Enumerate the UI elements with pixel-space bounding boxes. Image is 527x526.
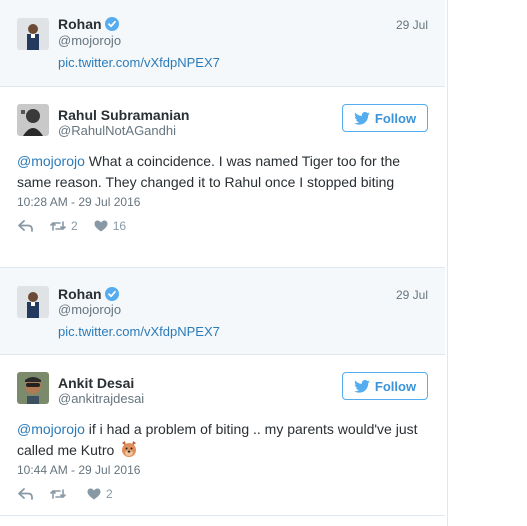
follow-label: Follow: [374, 378, 417, 394]
tweet-actions: 2 16: [18, 219, 142, 233]
author-name-text[interactable]: Rohan: [58, 286, 102, 302]
author-name[interactable]: Ankit Desai: [58, 375, 134, 391]
tweet-date[interactable]: 29 Jul: [396, 18, 428, 32]
author-handle[interactable]: @ankitrajdesai: [58, 391, 144, 406]
twitter-bird-icon: [354, 379, 370, 393]
retweet-button[interactable]: 2: [50, 219, 78, 233]
author-name[interactable]: Rahul Subramanian: [58, 107, 189, 123]
avatar[interactable]: [17, 286, 49, 318]
verified-badge-icon: [104, 17, 119, 34]
retweet-icon: [50, 221, 66, 231]
follow-button[interactable]: Follow: [342, 372, 428, 400]
twitter-bird-icon: [354, 111, 370, 125]
author-name-text[interactable]: Rohan: [58, 16, 102, 32]
reply-button[interactable]: [18, 220, 34, 232]
mention-link[interactable]: @mojorojo: [17, 153, 85, 169]
retweet-count: 2: [71, 219, 78, 233]
like-button[interactable]: 2: [87, 487, 113, 501]
author-name[interactable]: Rohan: [58, 16, 119, 34]
heart-icon: [94, 220, 108, 232]
tweet-timestamp[interactable]: 10:44 AM - 29 Jul 2016: [17, 463, 140, 477]
like-button[interactable]: 16: [94, 219, 126, 233]
tweet-text: @mojorojo What a coincidence. I was name…: [17, 151, 432, 193]
reply-icon: [18, 220, 33, 232]
media-link[interactable]: pic.twitter.com/vXfdpNPEX7: [58, 55, 220, 70]
author-handle[interactable]: @mojorojo: [58, 33, 121, 48]
follow-label: Follow: [374, 110, 417, 126]
avatar[interactable]: [17, 372, 49, 404]
heart-icon: [87, 488, 101, 500]
author-handle[interactable]: @mojorojo: [58, 302, 121, 317]
tweet-timestamp[interactable]: 10:28 AM - 29 Jul 2016: [17, 195, 140, 209]
retweet-icon: [50, 489, 66, 499]
follow-button[interactable]: Follow: [342, 104, 428, 132]
retweet-button[interactable]: [50, 488, 71, 500]
quoted-tweet[interactable]: Rohan @mojorojo 29 Jul pic.twitter.com/v…: [0, 0, 445, 87]
quoted-tweet[interactable]: Rohan @mojorojo 29 Jul pic.twitter.com/v…: [0, 268, 445, 355]
like-count: 16: [112, 219, 127, 233]
mention-link[interactable]: @mojorojo: [17, 421, 85, 437]
media-link[interactable]: pic.twitter.com/vXfdpNPEX7: [58, 324, 220, 339]
tweet-text: @mojorojo if i had a problem of biting .…: [17, 419, 432, 464]
avatar[interactable]: [17, 104, 49, 136]
tweet-date[interactable]: 29 Jul: [396, 288, 428, 302]
reply-icon: [18, 488, 33, 500]
tweet-feed: Rohan @mojorojo 29 Jul pic.twitter.com/v…: [0, 0, 448, 526]
reply-button[interactable]: [18, 488, 34, 500]
avatar[interactable]: [17, 18, 49, 50]
reply-tweet[interactable]: Ankit Desai @ankitrajdesai Follow @mojor…: [0, 355, 445, 516]
reply-tweet[interactable]: Rahul Subramanian @RahulNotAGandhi Follo…: [0, 87, 445, 268]
author-handle[interactable]: @RahulNotAGandhi: [58, 123, 176, 138]
dog-face-emoji-icon: [120, 440, 138, 464]
tweet-actions: 2: [18, 487, 129, 501]
like-count: 2: [106, 487, 113, 501]
